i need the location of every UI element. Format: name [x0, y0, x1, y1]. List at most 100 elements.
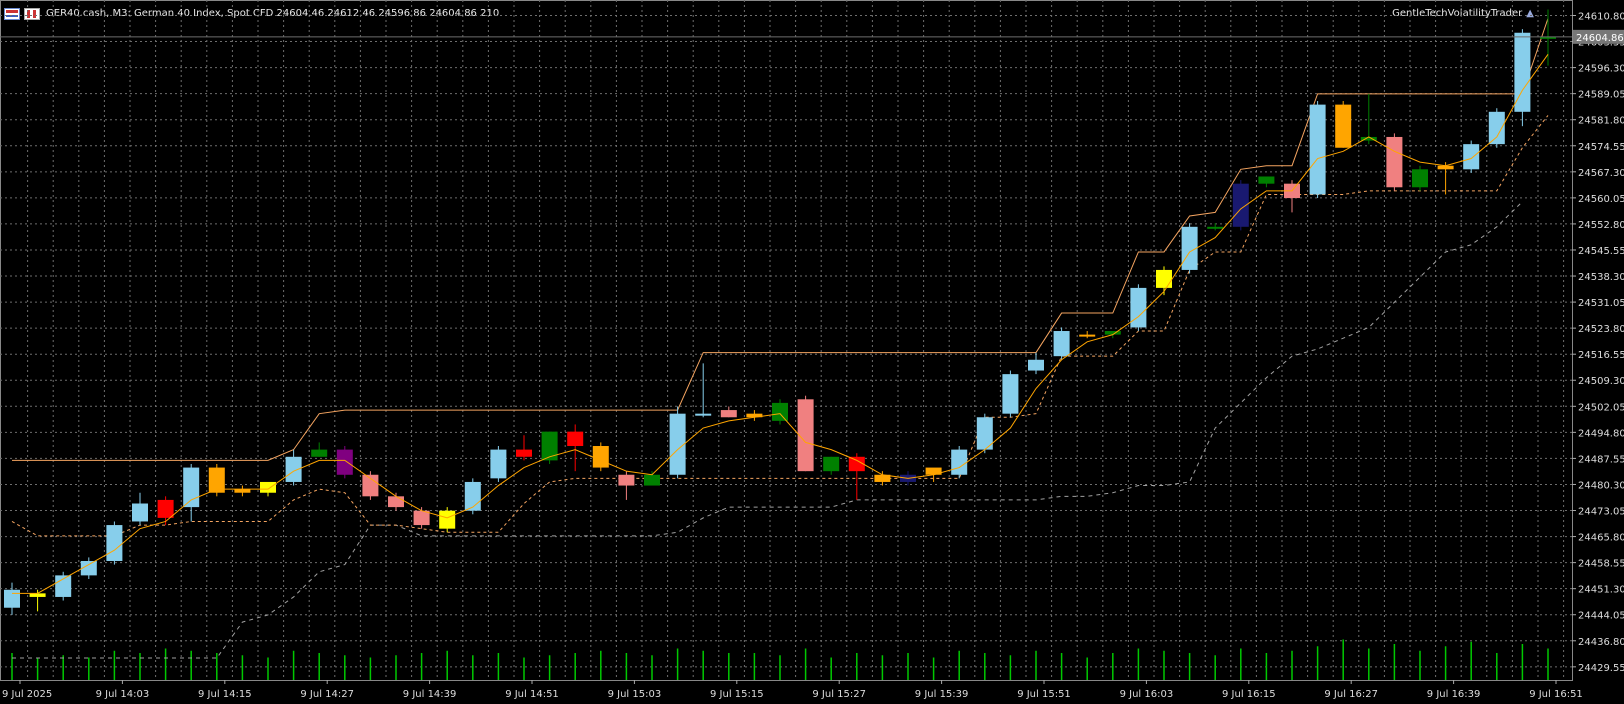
candle-body: [413, 510, 430, 526]
y-axis-label: 24574.55: [1578, 142, 1624, 153]
candle: [183, 463, 200, 522]
candle: [1028, 352, 1044, 375]
candle: [388, 492, 404, 511]
candle: [106, 521, 123, 565]
candle-body: [1258, 176, 1275, 184]
y-axis-label: 24538.30: [1578, 272, 1624, 283]
candle-body: [157, 499, 174, 518]
candle-body: [1130, 287, 1147, 328]
candle-body: [797, 399, 814, 472]
candle-body: [1053, 331, 1070, 357]
candle-body: [669, 413, 686, 475]
candle-body: [1079, 334, 1096, 337]
candle: [976, 413, 993, 454]
x-axis-label: 9 Jul 16:27: [1324, 689, 1378, 700]
candle-body: [285, 456, 302, 482]
candle-body: [388, 496, 404, 508]
y-axis-label: 24451.30: [1578, 585, 1624, 596]
candle: [285, 449, 302, 486]
x-axis-label: 9 Jul 15:39: [915, 689, 969, 700]
candle-body: [772, 402, 788, 421]
y-axis-label: 24589.05: [1578, 90, 1624, 101]
y-axis-label: 24436.80: [1578, 637, 1624, 648]
candle: [669, 406, 686, 479]
candle-body: [132, 503, 148, 522]
candle: [874, 471, 891, 486]
y-axis-label: 24473.05: [1578, 507, 1624, 518]
upper-band-line: [12, 18, 1549, 461]
candle: [362, 471, 379, 500]
candle-body: [336, 449, 353, 475]
y-axis-label: 24523.80: [1578, 324, 1624, 335]
x-axis-label: 9 Jul 2025: [2, 689, 52, 700]
candle: [695, 363, 712, 418]
trailing-stop-line: [12, 201, 1523, 659]
x-axis-label: 9 Jul 15:27: [812, 689, 866, 700]
candle-body: [490, 449, 507, 479]
candle: [1130, 284, 1147, 332]
candle: [567, 424, 584, 472]
candle: [4, 582, 20, 615]
candle-body: [592, 446, 609, 468]
y-axis-label: 24429.55: [1578, 663, 1624, 674]
candle: [823, 456, 840, 475]
y-axis-label: 24596.30: [1578, 64, 1624, 75]
y-axis-label: 24516.55: [1578, 350, 1624, 361]
x-axis-label: 9 Jul 16:51: [1529, 689, 1583, 700]
candle: [1002, 370, 1019, 418]
x-axis-label: 9 Jul 15:51: [1017, 689, 1071, 700]
y-axis-label: 24494.80: [1578, 428, 1624, 439]
candle-body: [439, 510, 456, 529]
candle: [1540, 9, 1556, 66]
y-axis-label: 24509.30: [1578, 376, 1624, 387]
x-axis-label: 9 Jul 14:27: [300, 689, 354, 700]
candle-body: [1309, 104, 1326, 195]
candle: [1412, 165, 1428, 191]
candle: [1053, 327, 1070, 360]
candle-body: [29, 593, 46, 597]
candle-body: [720, 410, 737, 418]
candle-body: [1463, 144, 1480, 170]
candle-body: [106, 525, 123, 562]
candle: [644, 471, 660, 486]
x-axis-label: 9 Jul 14:15: [198, 689, 252, 700]
candle-body: [1386, 136, 1403, 188]
candle: [618, 471, 635, 500]
candle: [1463, 140, 1480, 173]
candle: [1258, 176, 1275, 188]
candle: [746, 410, 763, 421]
candle: [311, 442, 328, 457]
candle-body: [541, 431, 558, 461]
candle: [439, 507, 456, 533]
candle-body: [311, 449, 328, 457]
candle-body: [618, 474, 635, 486]
price-chart[interactable]: 24610.8024603.5524596.3024589.0524581.80…: [0, 0, 1624, 704]
candle: [1514, 29, 1531, 127]
y-axis-label: 24531.05: [1578, 298, 1624, 309]
x-axis-label: 9 Jul 16:03: [1120, 689, 1174, 700]
candle-body: [1488, 111, 1505, 145]
candle-body: [516, 449, 532, 457]
y-axis-label: 24552.80: [1578, 220, 1624, 231]
x-axis-label: 9 Jul 14:39: [403, 689, 457, 700]
y-axis-label: 24487.55: [1578, 454, 1624, 465]
candle-body: [1156, 269, 1172, 288]
x-axis-label: 9 Jul 16:15: [1222, 689, 1276, 700]
candle-body: [183, 467, 200, 508]
candle: [490, 446, 507, 482]
candle: [157, 496, 174, 526]
candle-body: [1335, 104, 1352, 148]
candle: [797, 395, 814, 472]
candle-body: [823, 456, 840, 472]
x-axis-label: 9 Jul 14:03: [96, 689, 150, 700]
x-axis-label: 9 Jul 14:51: [505, 689, 559, 700]
y-axis-label: 24480.30: [1578, 480, 1624, 491]
candle-body: [1412, 169, 1428, 188]
y-axis-label: 24581.80: [1578, 116, 1624, 127]
y-axis-label: 24465.80: [1578, 533, 1624, 544]
candle-body: [951, 449, 968, 475]
x-axis-label: 9 Jul 16:39: [1427, 689, 1481, 700]
x-axis-label: 9 Jul 15:03: [608, 689, 662, 700]
x-axis-label: 9 Jul 15:15: [710, 689, 764, 700]
candle-body: [464, 481, 481, 511]
